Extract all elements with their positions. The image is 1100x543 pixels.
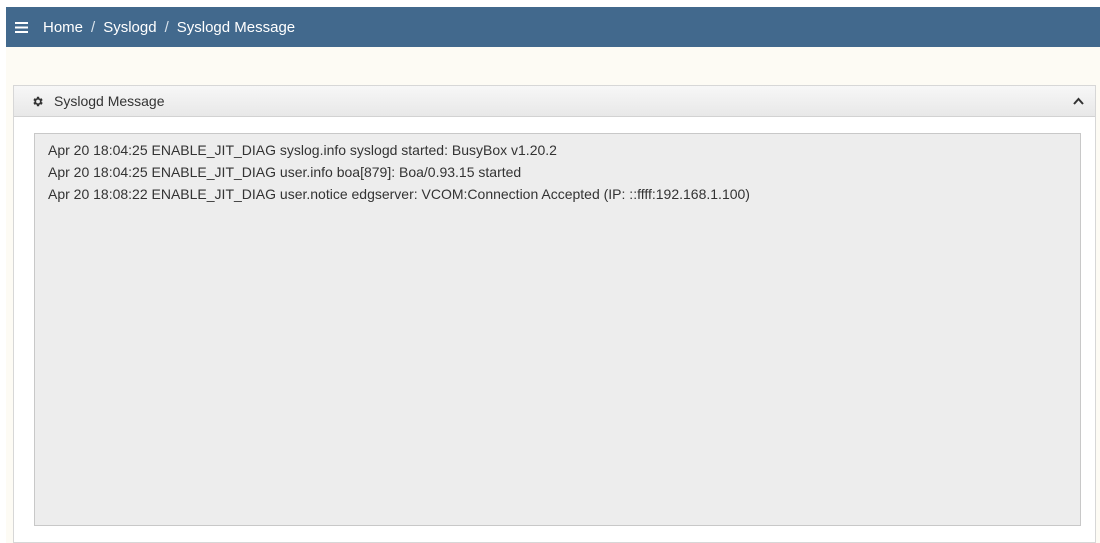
main-content: Syslogd Message Apr 20 18:04:25 ENABLE_J… (6, 47, 1100, 543)
panel-title: Syslogd Message (54, 93, 165, 109)
log-line: Apr 20 18:04:25 ENABLE_JIT_DIAG syslog.i… (48, 142, 557, 158)
breadcrumb-current: Syslogd Message (176, 18, 296, 36)
log-line: Apr 20 18:04:25 ENABLE_JIT_DIAG user.inf… (48, 164, 522, 180)
panel-header: Syslogd Message (14, 86, 1095, 117)
log-line: Apr 20 18:08:22 ENABLE_JIT_DIAG user.not… (48, 186, 750, 202)
breadcrumb-home[interactable]: Home (43, 19, 83, 36)
breadcrumb-separator: / (91, 18, 96, 36)
breadcrumb-separator: / (164, 18, 169, 36)
breadcrumb-syslogd[interactable]: Syslogd (103, 19, 156, 36)
hamburger-menu-icon[interactable] (6, 7, 36, 47)
breadcrumb: Home / Syslogd / Syslogd Message (43, 19, 295, 36)
syslog-message-area[interactable]: Apr 20 18:04:25 ENABLE_JIT_DIAG syslog.i… (34, 133, 1081, 526)
syslogd-message-panel: Syslogd Message Apr 20 18:04:25 ENABLE_J… (13, 85, 1096, 543)
top-navigation-bar: Home / Syslogd / Syslogd Message (6, 7, 1100, 47)
gear-icon (31, 94, 45, 108)
collapse-button[interactable] (1067, 90, 1089, 112)
page: Home / Syslogd / Syslogd Message Syslogd… (0, 0, 1100, 543)
chevron-up-icon (1072, 92, 1084, 110)
